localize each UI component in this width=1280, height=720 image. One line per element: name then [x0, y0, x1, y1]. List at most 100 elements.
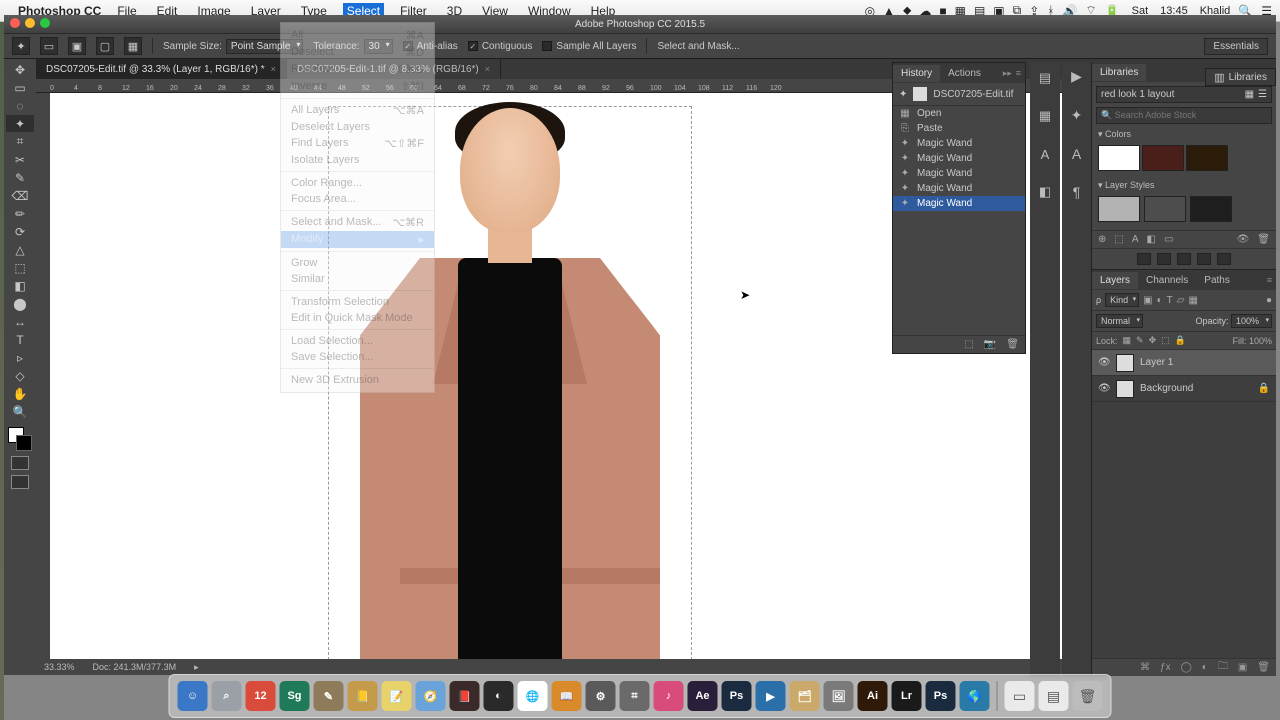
filter-shape-icon[interactable]: ▱: [1177, 295, 1185, 306]
history-state[interactable]: ✦Magic Wand: [893, 181, 1025, 196]
tool-button[interactable]: △: [6, 241, 34, 258]
dock-app-icon[interactable]: ▭: [1005, 681, 1035, 711]
styles-section-header[interactable]: ▾ Layer Styles: [1092, 177, 1276, 194]
current-tool-icon[interactable]: ✦: [12, 37, 30, 55]
dock-app-icon[interactable]: ✎: [314, 681, 344, 711]
select-menu-item[interactable]: Similar: [281, 271, 434, 287]
minimize-button[interactable]: [25, 18, 35, 28]
dock-app-icon[interactable]: Sg: [280, 681, 310, 711]
tool-button[interactable]: ⬚: [6, 259, 34, 276]
list-view-icon[interactable]: ☰: [1258, 89, 1267, 100]
dock-app-icon[interactable]: 📕: [450, 681, 480, 711]
lock-transparency-icon[interactable]: ▦: [1123, 335, 1132, 346]
create-document-icon[interactable]: ⬚: [964, 339, 973, 350]
select-menu-item[interactable]: Edit in Quick Mask Mode: [281, 310, 434, 326]
dock-app-icon[interactable]: 🧭: [416, 681, 446, 711]
color-swatches[interactable]: [8, 427, 32, 451]
dock-app-icon[interactable]: ▤: [1039, 681, 1069, 711]
panel-collapse-icon[interactable]: ▸▸: [1003, 68, 1012, 79]
screenmode-toggle[interactable]: [11, 475, 29, 489]
quickmask-toggle[interactable]: [11, 456, 29, 470]
close-tab-icon[interactable]: ×: [485, 64, 490, 74]
select-menu-item[interactable]: Deselect⌘D: [281, 44, 434, 61]
panel-icon[interactable]: ▦: [1035, 106, 1055, 126]
tool-button[interactable]: ⟳: [6, 223, 34, 240]
select-menu-item[interactable]: Load Selection...: [281, 333, 434, 349]
select-and-mask-button[interactable]: Select and Mask...: [657, 41, 739, 52]
dock-app-icon[interactable]: ⌗: [620, 681, 650, 711]
lib-color-icon[interactable]: ▭: [1164, 234, 1173, 245]
dock-app-icon[interactable]: 📝: [382, 681, 412, 711]
selection-intersect-icon[interactable]: ▦: [124, 37, 142, 55]
play-icon[interactable]: ▶: [1071, 68, 1082, 85]
lib-trash-icon[interactable]: 🗑: [1257, 234, 1270, 245]
layer-thumb[interactable]: [1116, 354, 1134, 372]
dock-app-icon[interactable]: Ae: [688, 681, 718, 711]
adjustment-layer-icon[interactable]: ◐: [1202, 662, 1208, 673]
dock-app-icon[interactable]: 📖: [552, 681, 582, 711]
library-search[interactable]: 🔍 Search Adobe Stock: [1096, 107, 1272, 124]
dock-app-icon[interactable]: 🗂: [790, 681, 820, 711]
library-color-swatch[interactable]: [1098, 145, 1140, 171]
new-layer-icon[interactable]: ▣: [1238, 662, 1247, 673]
ruler-vertical[interactable]: [36, 93, 50, 659]
layer-style-icon[interactable]: ƒx: [1160, 662, 1171, 673]
dock-app-icon[interactable]: Ai: [858, 681, 888, 711]
visibility-toggle[interactable]: 👁: [1098, 357, 1110, 368]
tool-button[interactable]: ✏: [6, 205, 34, 222]
adjustment-preset[interactable]: [1217, 253, 1231, 265]
colors-section-header[interactable]: ▾ Colors: [1092, 126, 1276, 143]
panel-icon[interactable]: A: [1035, 144, 1055, 164]
tool-button[interactable]: ✥: [6, 61, 34, 78]
layer-row[interactable]: 👁Background🔒: [1092, 376, 1276, 402]
doc-size-readout[interactable]: Doc: 241.3M/377.3M: [93, 662, 177, 672]
trash-icon[interactable]: 🗑: [1006, 339, 1019, 350]
select-menu-item[interactable]: New 3D Extrusion: [281, 372, 434, 388]
lib-char-icon[interactable]: A: [1132, 234, 1139, 245]
dock-app-icon[interactable]: 🌎: [960, 681, 990, 711]
lib-add-icon[interactable]: ⊕: [1098, 234, 1106, 245]
filter-smart-icon[interactable]: ▦: [1188, 295, 1197, 306]
dock-app-icon[interactable]: ⚙: [586, 681, 616, 711]
zoom-button[interactable]: [40, 18, 50, 28]
dock-app-icon[interactable]: Ps: [926, 681, 956, 711]
lock-artboard-icon[interactable]: ⬚: [1161, 335, 1170, 346]
selection-new-icon[interactable]: ▭: [40, 37, 58, 55]
select-menu-item[interactable]: Grow: [281, 255, 434, 271]
dock-app-icon[interactable]: ♪: [654, 681, 684, 711]
all-layers-checkbox[interactable]: [542, 41, 552, 51]
lock-all-icon[interactable]: 🔒: [1175, 335, 1186, 346]
history-state[interactable]: ✦Magic Wand: [893, 151, 1025, 166]
select-menu-item[interactable]: Focus Area...: [281, 191, 434, 207]
tool-button[interactable]: ▹: [6, 349, 34, 366]
zoom-readout[interactable]: 33.33%: [44, 662, 75, 672]
tool-button[interactable]: T: [6, 331, 34, 348]
background-swatch[interactable]: [16, 435, 32, 451]
lock-pixels-icon[interactable]: ✎: [1136, 335, 1144, 346]
select-menu-dropdown[interactable]: All⌘ADeselect⌘DReselect⇧⌘DInverse⇧⌘IAll …: [280, 22, 435, 393]
lib-sync-icon[interactable]: 👁: [1237, 234, 1250, 245]
fill-input[interactable]: 100%: [1249, 336, 1272, 346]
select-menu-item[interactable]: Deselect Layers: [281, 119, 434, 135]
layer-mask-icon[interactable]: ◯: [1181, 662, 1192, 673]
tool-button[interactable]: ✋: [6, 385, 34, 402]
tool-button[interactable]: ✎: [6, 169, 34, 186]
dock-app-icon[interactable]: ☺: [178, 681, 208, 711]
tool-button[interactable]: ⌫: [6, 187, 34, 204]
character-icon[interactable]: A: [1072, 146, 1081, 162]
panel-icon[interactable]: ◧: [1035, 182, 1055, 202]
select-menu-item[interactable]: Inverse⇧⌘I: [281, 78, 434, 95]
document-tab[interactable]: DSC07205-Edit.tif @ 33.3% (Layer 1, RGB/…: [36, 59, 287, 79]
tool-button[interactable]: 🔍: [6, 403, 34, 420]
dock-app-icon[interactable]: 🖼: [824, 681, 854, 711]
snapshot-icon[interactable]: 📷: [984, 339, 996, 350]
panel-menu-icon[interactable]: ≡: [1016, 68, 1021, 79]
layer-row[interactable]: 👁 Layer 1: [1092, 350, 1276, 376]
group-icon[interactable]: 🗀: [1218, 659, 1228, 676]
select-menu-item[interactable]: Transform Selection: [281, 294, 434, 310]
library-style-swatch[interactable]: [1144, 196, 1186, 222]
history-state[interactable]: ✦Magic Wand: [893, 196, 1025, 211]
tab-layers[interactable]: Layers: [1092, 272, 1138, 289]
select-menu-item[interactable]: Reselect⇧⌘D: [281, 61, 434, 78]
layer-name[interactable]: Layer 1: [1140, 357, 1173, 368]
